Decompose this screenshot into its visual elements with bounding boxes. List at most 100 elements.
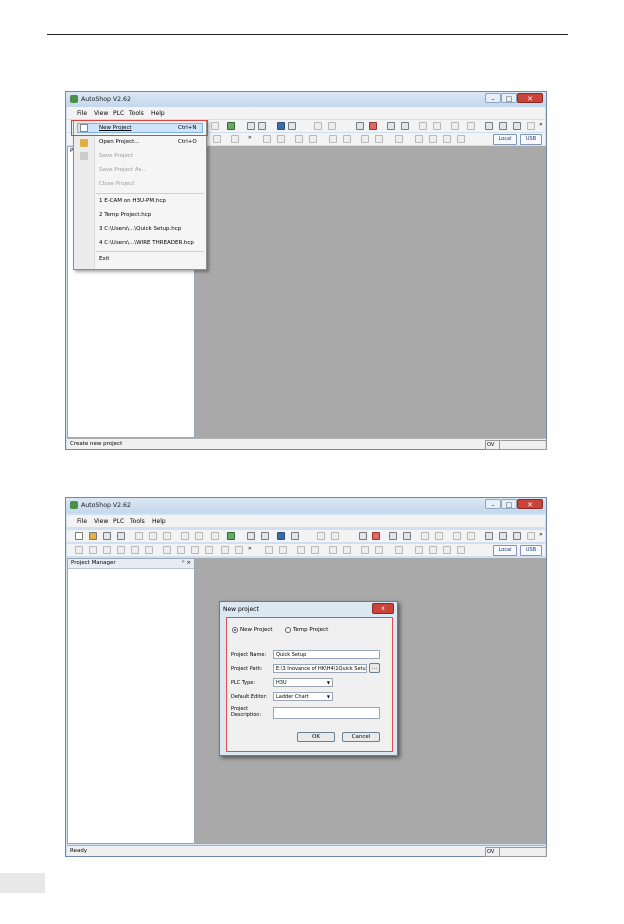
plc-type-select[interactable]: H3U bbox=[273, 678, 333, 687]
menu-file-2[interactable]: File bbox=[77, 518, 87, 525]
usb-button[interactable]: USB bbox=[520, 134, 542, 145]
menu-tools[interactable]: Tools bbox=[129, 110, 144, 117]
ok-button[interactable]: OK bbox=[297, 732, 335, 742]
hline-icon[interactable] bbox=[395, 135, 403, 143]
cancel-button[interactable]: Cancel bbox=[342, 732, 380, 742]
arrow-down-icon-2[interactable] bbox=[457, 546, 465, 554]
tool-icon-a-2[interactable] bbox=[421, 532, 429, 540]
maximize-button[interactable]: □ bbox=[501, 93, 517, 103]
tool-icon-d-2[interactable] bbox=[467, 532, 475, 540]
toolbar-overflow-2[interactable]: » bbox=[248, 134, 252, 141]
tool-icon-e-2[interactable] bbox=[485, 532, 493, 540]
project-path-input[interactable]: E:\3 Inovance of HK\H4\1Quick Setu bbox=[273, 664, 367, 673]
download-icon[interactable] bbox=[387, 122, 395, 130]
ladder-icon-2[interactable] bbox=[89, 546, 97, 554]
tool-icon-a[interactable] bbox=[419, 122, 427, 130]
tool-icon-b[interactable] bbox=[433, 122, 441, 130]
compile-icon[interactable] bbox=[227, 122, 235, 130]
zoom-icon-2[interactable] bbox=[247, 532, 255, 540]
project-name-input[interactable]: Quick Setup bbox=[273, 650, 380, 659]
toolbar-overflow[interactable]: » bbox=[539, 121, 543, 128]
open-folder-icon-2[interactable] bbox=[89, 532, 97, 540]
vline-icon[interactable] bbox=[429, 135, 437, 143]
local-button[interactable]: Local bbox=[493, 134, 517, 145]
panel-pin-close[interactable]: ᵖ × bbox=[182, 559, 191, 568]
close-button[interactable]: ✕ bbox=[517, 93, 543, 103]
stop-icon-2[interactable] bbox=[372, 532, 380, 540]
contact-no-icon-2[interactable] bbox=[265, 546, 273, 554]
line-icon[interactable] bbox=[213, 135, 221, 143]
insert-col-icon[interactable] bbox=[145, 546, 153, 554]
online-icon-2[interactable] bbox=[331, 532, 339, 540]
run-icon-2[interactable] bbox=[359, 532, 367, 540]
coil-reset-icon[interactable] bbox=[361, 135, 369, 143]
download-icon-2[interactable] bbox=[389, 532, 397, 540]
layout-icon-2[interactable] bbox=[277, 532, 285, 540]
toolbar-overflow-3[interactable]: » bbox=[539, 531, 543, 538]
delete-row-icon[interactable] bbox=[131, 546, 139, 554]
vline-icon-2[interactable] bbox=[429, 546, 437, 554]
monitor-icon-2[interactable] bbox=[317, 532, 325, 540]
recent-file-2[interactable]: 2 Temp Project.hcp bbox=[99, 212, 151, 218]
tool-icon-f[interactable] bbox=[499, 122, 507, 130]
recent-file-1[interactable]: 1 E-CAM on H3U-PM.hcp bbox=[99, 198, 166, 204]
contact-no-icon[interactable] bbox=[263, 135, 271, 143]
redo-icon[interactable] bbox=[195, 532, 203, 540]
minimize-button[interactable]: – bbox=[485, 93, 501, 103]
delete-icon-2[interactable] bbox=[211, 532, 219, 540]
layout-icon[interactable] bbox=[277, 122, 285, 130]
tool-icon-b-2[interactable] bbox=[435, 532, 443, 540]
ladder-icon-7[interactable] bbox=[163, 546, 171, 554]
contact-nc-icon-2[interactable] bbox=[279, 546, 287, 554]
dialog-close-button[interactable]: x bbox=[372, 603, 394, 614]
menu-view[interactable]: View bbox=[94, 110, 108, 117]
tool-icon-g-2[interactable] bbox=[513, 532, 521, 540]
new-file-icon-2[interactable] bbox=[75, 532, 83, 540]
minimize-button-2[interactable]: – bbox=[485, 499, 501, 509]
delete-icon[interactable] bbox=[211, 122, 219, 130]
close-button-2[interactable]: ✕ bbox=[517, 499, 543, 509]
monitor-icon[interactable] bbox=[314, 122, 322, 130]
arrow-up-icon-2[interactable] bbox=[443, 546, 451, 554]
view-icon-2[interactable] bbox=[291, 532, 299, 540]
line-icon-2[interactable] bbox=[221, 546, 229, 554]
usb-button-2[interactable]: USB bbox=[520, 545, 542, 556]
arrow-down-icon[interactable] bbox=[457, 135, 465, 143]
menu-tools-2[interactable]: Tools bbox=[130, 518, 145, 525]
compile-icon-2[interactable] bbox=[227, 532, 235, 540]
copy-icon[interactable] bbox=[149, 532, 157, 540]
menu-exit[interactable]: Exit bbox=[99, 256, 109, 262]
menu-plc[interactable]: PLC bbox=[113, 110, 124, 117]
save-all-icon[interactable] bbox=[117, 532, 125, 540]
view-icon[interactable] bbox=[288, 122, 296, 130]
tool-icon-e[interactable] bbox=[485, 122, 493, 130]
save-icon-2[interactable] bbox=[103, 532, 111, 540]
contact-f-icon[interactable] bbox=[309, 135, 317, 143]
function-icon-2[interactable] bbox=[375, 546, 383, 554]
contact-p-icon-2[interactable] bbox=[297, 546, 305, 554]
function-icon[interactable] bbox=[375, 135, 383, 143]
ladder-icon-8[interactable] bbox=[177, 546, 185, 554]
project-description-input[interactable] bbox=[273, 707, 380, 719]
tool-icon-g[interactable] bbox=[513, 122, 521, 130]
tool-icon-h-2[interactable] bbox=[527, 532, 535, 540]
default-editor-select[interactable]: Ladder Chart bbox=[273, 692, 333, 701]
toolbar-overflow-4[interactable]: » bbox=[248, 545, 252, 552]
line-down-icon[interactable] bbox=[231, 135, 239, 143]
ladder-icon-9[interactable] bbox=[191, 546, 199, 554]
recent-file-4[interactable]: 4 C:\Users\...\WIRE THREADER.hcp bbox=[99, 240, 194, 246]
invert-icon-2[interactable] bbox=[415, 546, 423, 554]
coil-set-icon[interactable] bbox=[343, 135, 351, 143]
coil-icon[interactable] bbox=[329, 135, 337, 143]
upload-icon-2[interactable] bbox=[403, 532, 411, 540]
menu-open-project[interactable]: Open Project... bbox=[99, 139, 140, 145]
print-icon-2[interactable] bbox=[261, 532, 269, 540]
tool-icon-c-2[interactable] bbox=[453, 532, 461, 540]
menu-help[interactable]: Help bbox=[151, 110, 165, 117]
coil-icon-2[interactable] bbox=[329, 546, 337, 554]
zoom-icon[interactable] bbox=[247, 122, 255, 130]
run-icon[interactable] bbox=[356, 122, 364, 130]
upload-icon[interactable] bbox=[401, 122, 409, 130]
hline-icon-2[interactable] bbox=[395, 546, 403, 554]
menu-help-2[interactable]: Help bbox=[152, 518, 166, 525]
